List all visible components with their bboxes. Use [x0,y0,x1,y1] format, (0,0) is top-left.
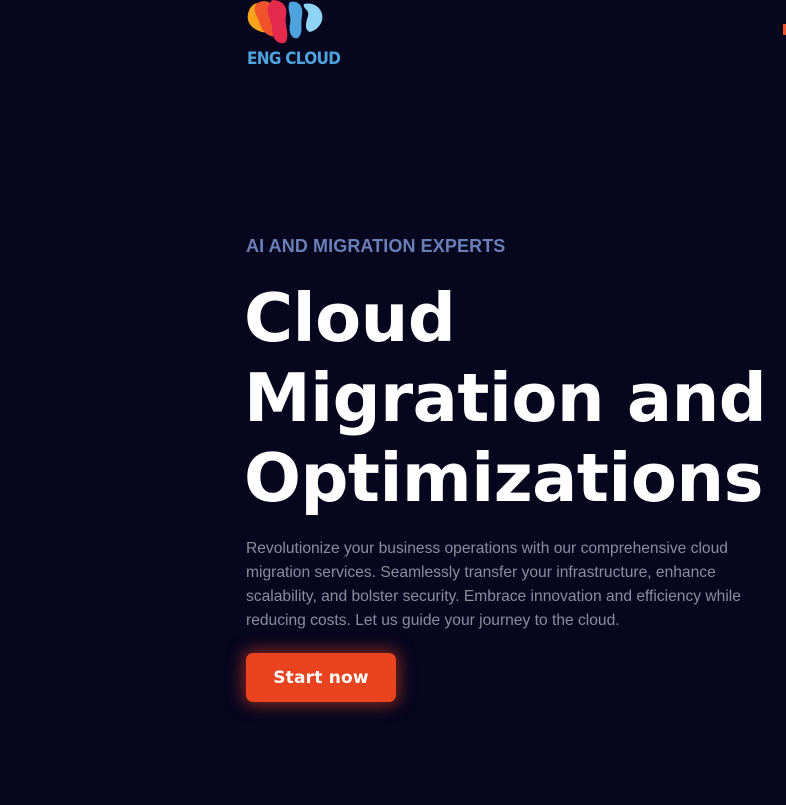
hero-title-line: Migration and [244,359,767,437]
cloud-flame-logo-icon [247,0,323,44]
hero-eyebrow: AI AND MIGRATION EXPERTS [246,236,506,256]
hero-title-line: Cloud [244,279,456,357]
brand-name: ENG CLOUD [247,49,341,69]
start-now-button[interactable]: Start now [246,653,396,702]
hero-title-line: Optimizations [244,439,764,517]
hero-title: Cloud Migration and Optimizations [244,278,767,518]
hero-description: Revolutionize your business operations w… [246,540,741,629]
brand-logo-link[interactable]: ENG CLOUD [246,0,341,72]
